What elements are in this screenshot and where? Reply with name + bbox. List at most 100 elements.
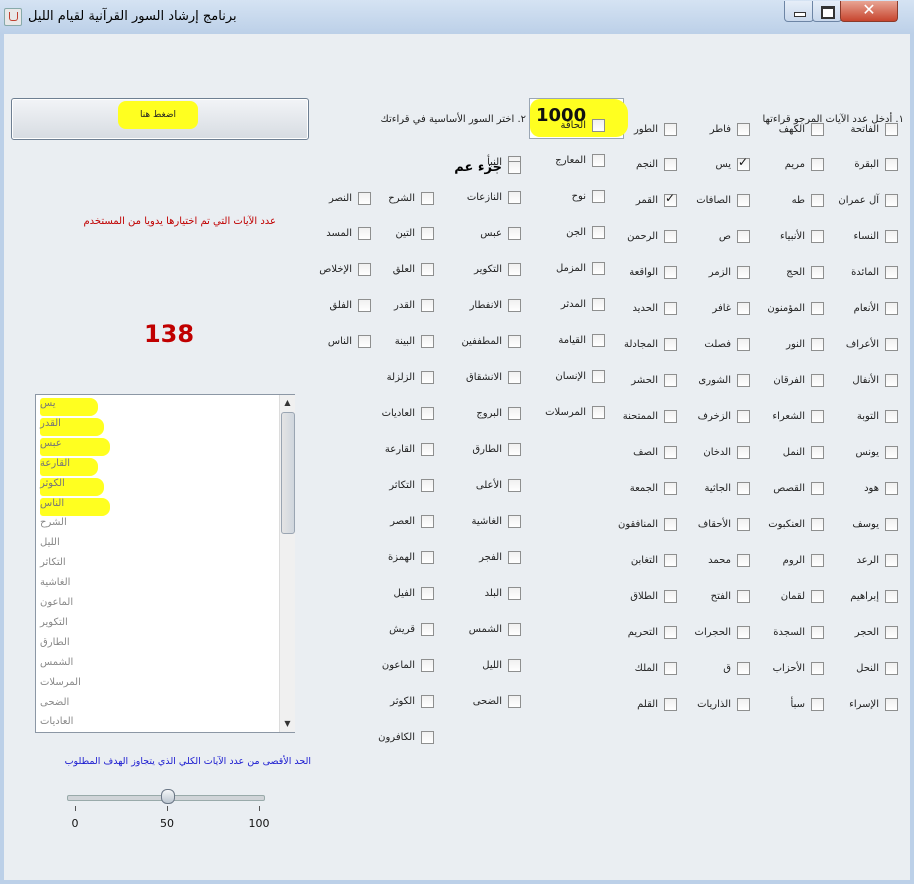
- close-button[interactable]: ✕: [840, 0, 898, 22]
- surah-checkbox[interactable]: التحريم: [547, 624, 677, 640]
- checkbox-unchecked-icon[interactable]: [421, 371, 434, 385]
- checkbox-unchecked-icon[interactable]: [737, 554, 750, 568]
- checkbox-unchecked-icon[interactable]: [358, 191, 371, 205]
- checkbox-unchecked-icon[interactable]: [664, 302, 677, 316]
- checkbox-unchecked-icon[interactable]: [421, 227, 434, 241]
- surah-checkbox[interactable]: العصر: [304, 514, 434, 530]
- checkbox-unchecked-icon[interactable]: [664, 338, 677, 352]
- checkbox-unchecked-icon[interactable]: [592, 118, 605, 132]
- checkbox-unchecked-icon[interactable]: [811, 266, 824, 280]
- checkbox-unchecked-icon[interactable]: [508, 479, 521, 493]
- checkbox-unchecked-icon[interactable]: [811, 482, 824, 496]
- checkbox-unchecked-icon[interactable]: [592, 370, 605, 384]
- checkbox-unchecked-icon[interactable]: [664, 661, 677, 675]
- checkbox-unchecked-icon[interactable]: [421, 730, 434, 744]
- checkbox-unchecked-icon[interactable]: [885, 625, 898, 639]
- surah-checkbox[interactable]: الصف: [547, 445, 677, 461]
- checkbox-unchecked-icon[interactable]: [811, 302, 824, 316]
- result-list-item[interactable]: الليل: [40, 537, 60, 555]
- checkbox-unchecked-icon[interactable]: [737, 410, 750, 424]
- result-list-item[interactable]: الضحى: [40, 697, 69, 715]
- surah-checkbox[interactable]: الناس: [241, 334, 371, 350]
- result-list-item[interactable]: القدر: [40, 417, 104, 436]
- result-list-item[interactable]: عبس: [40, 437, 110, 456]
- result-list-item[interactable]: يس: [40, 398, 98, 416]
- result-list-item[interactable]: الطارق: [40, 637, 70, 655]
- checkbox-unchecked-icon[interactable]: [664, 410, 677, 424]
- checkbox-unchecked-icon[interactable]: [885, 446, 898, 460]
- checkbox-unchecked-icon[interactable]: [664, 554, 677, 568]
- surah-checkbox[interactable]: الإخلاص: [241, 262, 371, 278]
- checkbox-unchecked-icon[interactable]: [421, 299, 434, 313]
- minimize-button[interactable]: [784, 1, 814, 22]
- result-list-item[interactable]: التكوير: [40, 617, 68, 635]
- surah-checkbox[interactable]: الفلق: [241, 298, 371, 314]
- checkbox-unchecked-icon[interactable]: [885, 122, 898, 136]
- title-bar[interactable]: برنامج إرشاد السور القرآنية لقيام الليل …: [0, 0, 914, 34]
- checkbox-unchecked-icon[interactable]: [811, 625, 824, 639]
- checkbox-unchecked-icon[interactable]: [664, 518, 677, 532]
- checkbox-unchecked-icon[interactable]: [737, 661, 750, 675]
- checkbox-unchecked-icon[interactable]: [421, 694, 434, 708]
- checkbox-unchecked-icon[interactable]: [664, 625, 677, 639]
- checkbox-unchecked-icon[interactable]: [885, 266, 898, 280]
- checkbox-unchecked-icon[interactable]: [811, 122, 824, 136]
- result-list-item[interactable]: الكوثر: [40, 477, 104, 496]
- checkbox-unchecked-icon[interactable]: [664, 374, 677, 388]
- surah-checkbox[interactable]: الهمزة: [304, 550, 434, 566]
- checkbox-unchecked-icon[interactable]: [885, 338, 898, 352]
- checkbox-unchecked-icon[interactable]: [737, 446, 750, 460]
- surah-checkbox[interactable]: النصر: [241, 190, 371, 206]
- checkbox-unchecked-icon[interactable]: [885, 482, 898, 496]
- checkbox-unchecked-icon[interactable]: [737, 194, 750, 208]
- checkbox-unchecked-icon[interactable]: [508, 191, 521, 205]
- checkbox-unchecked-icon[interactable]: [421, 263, 434, 277]
- checkbox-unchecked-icon[interactable]: [811, 589, 824, 603]
- checkbox-unchecked-icon[interactable]: [811, 410, 824, 424]
- checkbox-unchecked-icon[interactable]: [885, 661, 898, 675]
- java-app-icon[interactable]: [4, 8, 22, 26]
- checkbox-unchecked-icon[interactable]: [885, 302, 898, 316]
- checkbox-unchecked-icon[interactable]: [421, 191, 434, 205]
- result-list-item[interactable]: الغاشية: [40, 577, 70, 595]
- checkbox-unchecked-icon[interactable]: [508, 160, 521, 174]
- checkbox-unchecked-icon[interactable]: [664, 589, 677, 603]
- checkbox-checked-icon[interactable]: [737, 155, 750, 172]
- checkbox-unchecked-icon[interactable]: [508, 407, 521, 421]
- checkbox-unchecked-icon[interactable]: [664, 446, 677, 460]
- checkbox-unchecked-icon[interactable]: [592, 226, 605, 240]
- checkbox-unchecked-icon[interactable]: [592, 298, 605, 312]
- surah-checkbox[interactable]: العاديات: [304, 406, 434, 422]
- checkbox-unchecked-icon[interactable]: [508, 371, 521, 385]
- checkbox-unchecked-icon[interactable]: [664, 482, 677, 496]
- surah-checkbox[interactable]: التكاثر: [304, 478, 434, 494]
- result-list-item[interactable]: الماعون: [40, 597, 73, 615]
- checkbox-unchecked-icon[interactable]: [885, 554, 898, 568]
- checkbox-unchecked-icon[interactable]: [737, 625, 750, 639]
- checkbox-unchecked-icon[interactable]: [811, 446, 824, 460]
- checkbox-unchecked-icon[interactable]: [664, 158, 677, 172]
- checkbox-unchecked-icon[interactable]: [885, 374, 898, 388]
- checkbox-unchecked-icon[interactable]: [664, 266, 677, 280]
- surah-checkbox[interactable]: التغابن: [547, 553, 677, 569]
- checkbox-unchecked-icon[interactable]: [358, 335, 371, 349]
- checkbox-unchecked-icon[interactable]: [885, 697, 898, 711]
- surah-checkbox[interactable]: الجمعة: [547, 481, 677, 497]
- checkbox-unchecked-icon[interactable]: [508, 515, 521, 529]
- result-list-item[interactable]: الشرح: [40, 517, 67, 535]
- checkbox-unchecked-icon[interactable]: [421, 479, 434, 493]
- checkbox-unchecked-icon[interactable]: [508, 335, 521, 349]
- checkbox-unchecked-icon[interactable]: [358, 227, 371, 241]
- checkbox-unchecked-icon[interactable]: [358, 299, 371, 313]
- scroll-down-arrow-icon[interactable]: ▼: [280, 716, 295, 732]
- checkbox-unchecked-icon[interactable]: [737, 482, 750, 496]
- checkbox-unchecked-icon[interactable]: [508, 551, 521, 565]
- checkbox-unchecked-icon[interactable]: [421, 587, 434, 601]
- checkbox-unchecked-icon[interactable]: [421, 443, 434, 457]
- checkbox-unchecked-icon[interactable]: [737, 122, 750, 136]
- checkbox-unchecked-icon[interactable]: [664, 122, 677, 136]
- press-here-button[interactable]: اضغط هنا: [11, 98, 309, 140]
- checkbox-unchecked-icon[interactable]: [885, 194, 898, 208]
- checkbox-unchecked-icon[interactable]: [508, 658, 521, 672]
- checkbox-unchecked-icon[interactable]: [358, 263, 371, 277]
